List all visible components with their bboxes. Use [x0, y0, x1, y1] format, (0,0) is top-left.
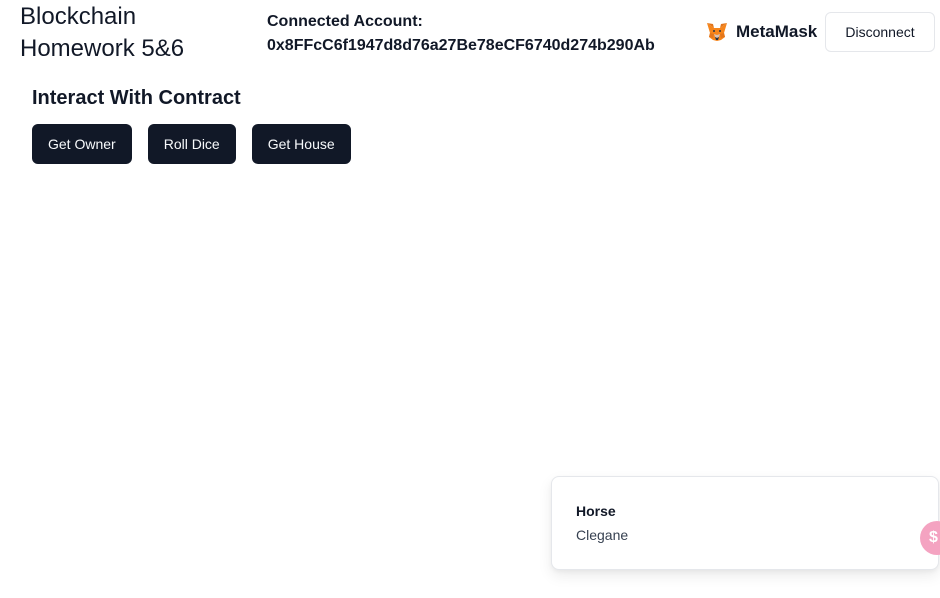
- section-title: Interact With Contract: [32, 87, 241, 109]
- disconnect-button[interactable]: Disconnect: [825, 12, 935, 52]
- contract-actions: Get Owner Roll Dice Get House: [32, 124, 351, 164]
- wallet-name: MetaMask: [736, 22, 818, 41]
- connected-account: Connected Account: 0x8FFcC6f1947d8d76a27…: [267, 10, 655, 58]
- app-title: Blockchain Homework 5&6: [20, 3, 185, 62]
- dollar-glyph: $: [929, 529, 938, 546]
- toast-title: Horse: [576, 503, 616, 519]
- toast-notification: Horse Clegane: [551, 476, 939, 570]
- account-address: 0x8FFcC6f1947d8d76a27Be78eCF6740d274b290…: [267, 37, 655, 54]
- wallet-indicator: MetaMask: [706, 20, 817, 44]
- get-house-button[interactable]: Get House: [251, 124, 351, 164]
- toast-description: Clegane: [576, 527, 629, 543]
- roll-dice-button[interactable]: Roll Dice: [147, 124, 236, 164]
- get-owner-button[interactable]: Get Owner: [32, 124, 132, 164]
- metamask-fox-icon: [707, 23, 727, 41]
- connected-account-label: Connected Account:: [267, 13, 423, 30]
